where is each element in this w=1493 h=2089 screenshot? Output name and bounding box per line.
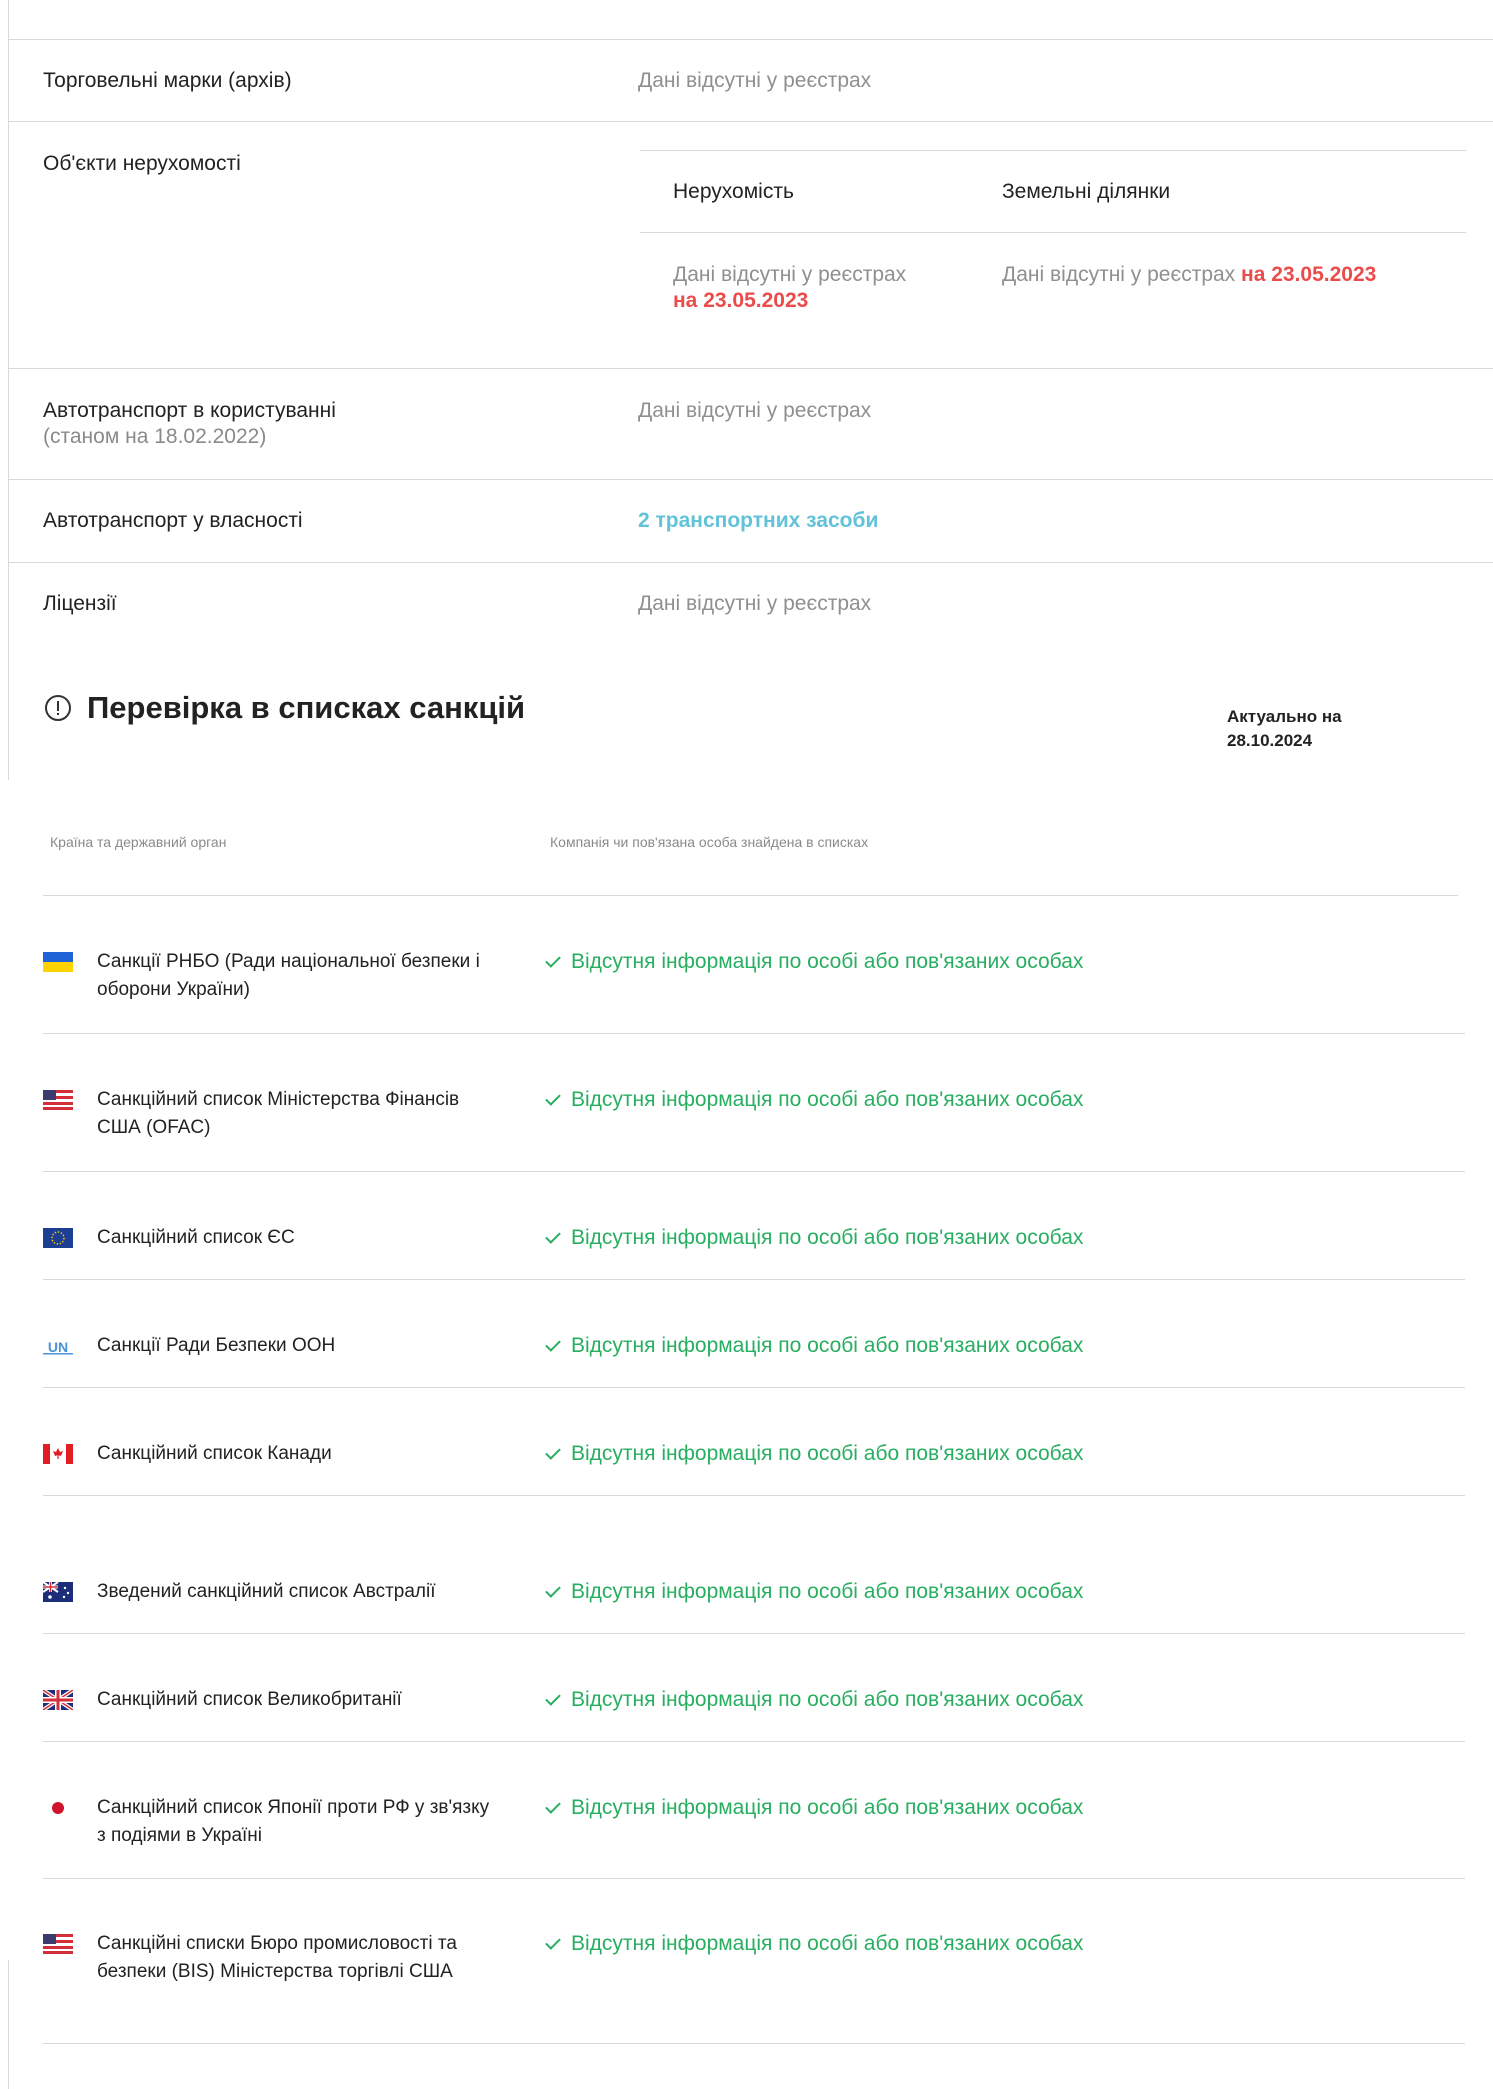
property-land-value: Дані відсутні у реєстрах на 23.05.2023 [1002, 262, 1462, 288]
sanction-result: Відсутня інформація по особі або пов'яза… [545, 1578, 1083, 1606]
real-estate-label: Об'єкти нерухомості [43, 152, 241, 175]
vehicles-used-title: Автотранспорт в користуванні [43, 399, 336, 422]
table-row-divider [43, 1741, 1465, 1742]
sanction-source-name: Санкційний список Японії проти РФ у зв'я… [97, 1797, 490, 1846]
sanction-source-name: Санкційний список ЄС [97, 1227, 295, 1248]
table-row-divider [43, 1171, 1465, 1172]
canada-flag-icon [43, 1444, 73, 1464]
table-row-divider [43, 1878, 1465, 1879]
trademarks-label: Торговельні марки (архів) [43, 69, 292, 92]
licenses-label: Ліцензії [43, 592, 117, 615]
sanction-source-name: Санкційний список Канади [97, 1443, 332, 1464]
vehicles-used-date: (станом на 18.02.2022) [43, 425, 267, 448]
check-icon [545, 1227, 561, 1244]
property-col-land: Земельні ділянки [1002, 180, 1171, 203]
land-value-text: Дані відсутні у реєстрах [1002, 263, 1236, 286]
left-border-line [8, 1960, 9, 2089]
sanction-result: Відсутня інформація по особі або пов'яза… [545, 1794, 1083, 1822]
row-divider [8, 368, 1493, 369]
japan-flag-icon [43, 1798, 73, 1818]
licenses-value: Дані відсутні у реєстрах [638, 592, 872, 615]
row-divider [8, 479, 1493, 480]
realty-value-text: Дані відсутні у реєстрах [673, 263, 907, 286]
table-row-divider [43, 1633, 1465, 1634]
sanction-result: Відсутня інформація по особі або пов'яза… [545, 1332, 1083, 1360]
sanction-source-name: Санкції РНБО (Ради національної безпеки … [97, 951, 480, 1000]
check-icon [545, 1797, 561, 1814]
sanction-result: Відсутня інформація по особі або пов'яза… [545, 1440, 1083, 1468]
sanction-result-text: Відсутня інформація по особі або пов'яза… [571, 950, 1084, 973]
sanction-source-name: Санкції Ради Безпеки ООН [97, 1335, 336, 1356]
sanctions-heading: Перевірка в списках санкцій [45, 690, 525, 726]
property-col-realty: Нерухомість [673, 180, 794, 203]
property-table-divider [640, 232, 1466, 233]
check-icon [545, 1089, 561, 1106]
svg-text:UN: UN [48, 1339, 68, 1355]
trademarks-value: Дані відсутні у реєстрах [638, 69, 872, 92]
sanction-result: Відсутня інформація по особі або пов'яза… [545, 1086, 1083, 1114]
sanction-result: Відсутня інформація по особі або пов'яза… [545, 1224, 1083, 1252]
check-icon [545, 1933, 561, 1950]
col-header-country: Країна та державний орган [50, 834, 227, 850]
australia-flag-icon [43, 1582, 73, 1602]
property-table-divider [640, 150, 1466, 151]
actual-label: Актуально на [1227, 707, 1342, 726]
sanction-result-text: Відсутня інформація по особі або пов'яза… [571, 1932, 1084, 1955]
uk-flag-icon [43, 1690, 73, 1710]
sanction-result-text: Відсутня інформація по особі або пов'яза… [571, 1226, 1084, 1249]
property-realty-value: Дані відсутні у реєстрах на 23.05.2023 [673, 262, 963, 314]
sanction-result: Відсутня інформація по особі або пов'яза… [545, 1930, 1083, 1958]
table-header-divider [43, 895, 1458, 896]
check-icon [545, 951, 561, 968]
sanction-result-text: Відсутня інформація по особі або пов'яза… [571, 1442, 1084, 1465]
table-row-divider [43, 2043, 1465, 2044]
eu-flag-icon [43, 1228, 73, 1248]
sanction-result-text: Відсутня інформація по особі або пов'яза… [571, 1334, 1084, 1357]
actual-date: 28.10.2024 [1227, 731, 1313, 750]
sanction-result-text: Відсутня інформація по особі або пов'яза… [571, 1580, 1084, 1603]
ukraine-flag-icon [43, 952, 73, 972]
sanction-source-name: Санкційні списки Бюро промисловості та б… [97, 1933, 457, 1982]
table-row-divider [43, 1033, 1465, 1034]
check-icon [545, 1581, 561, 1598]
sanction-result-text: Відсутня інформація по особі або пов'яза… [571, 1796, 1084, 1819]
vehicles-used-label: Автотранспорт в користуванні (станом на … [43, 398, 336, 450]
vehicles-owned-link[interactable]: 2 транспортних засоби [638, 508, 878, 534]
actual-date-block: Актуально на 28.10.2024 [1227, 705, 1387, 753]
sanction-source-name: Зведений санкційний список Австралії [97, 1581, 436, 1602]
vehicles-used-value: Дані відсутні у реєстрах [638, 399, 872, 422]
vehicles-owned-label: Автотранспорт у власності [43, 509, 303, 532]
table-row-divider [43, 1279, 1465, 1280]
sanction-result: Відсутня інформація по особі або пов'яза… [545, 1686, 1083, 1714]
row-divider [8, 562, 1493, 563]
check-icon [545, 1689, 561, 1706]
check-icon [545, 1335, 561, 1352]
sanction-result-text: Відсутня інформація по особі або пов'яза… [571, 1088, 1084, 1111]
usa-flag-icon [43, 1090, 73, 1110]
table-row-divider [43, 1495, 1465, 1496]
realty-value-date: на 23.05.2023 [673, 289, 809, 312]
un-flag-icon: UN [43, 1336, 73, 1356]
row-divider [8, 39, 1493, 40]
sanctions-title: Перевірка в списках санкцій [87, 690, 526, 725]
left-border-line [8, 0, 9, 780]
sanction-source-name: Санкційний список Великобританії [97, 1689, 402, 1710]
check-icon [545, 1443, 561, 1460]
sanction-result-text: Відсутня інформація по особі або пов'яза… [571, 1688, 1084, 1711]
row-divider [8, 121, 1493, 122]
alert-circle-icon [45, 695, 71, 721]
table-row-divider [43, 1387, 1465, 1388]
sanction-source-name: Санкційний список Міністерства Фінансів … [97, 1089, 460, 1138]
col-header-found: Компанія чи пов'язана особа знайдена в с… [550, 834, 869, 850]
sanction-result: Відсутня інформація по особі або пов'яза… [545, 948, 1083, 976]
usa-flag-icon [43, 1934, 73, 1954]
land-value-date: на 23.05.2023 [1241, 263, 1377, 286]
